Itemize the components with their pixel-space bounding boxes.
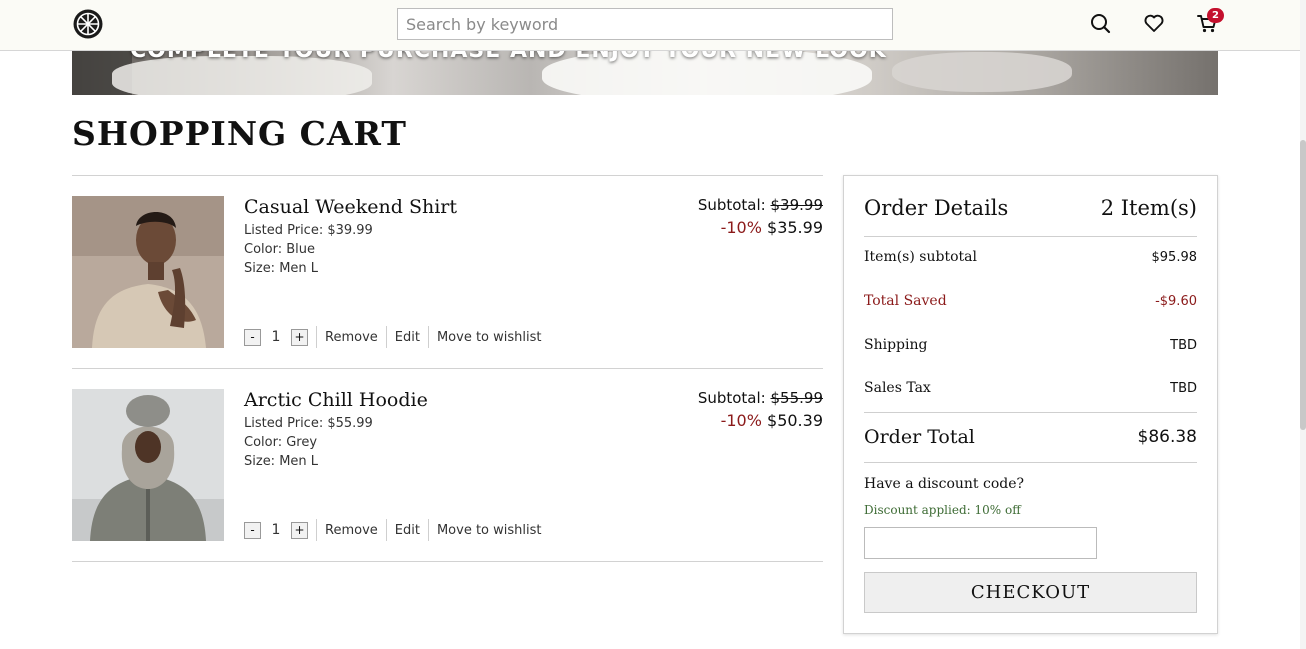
product-image-casual-weekend-shirt[interactable]	[72, 196, 224, 348]
cart-item-list: Casual Weekend Shirt Listed Price: $39.9…	[72, 175, 823, 562]
divider	[864, 462, 1197, 463]
item-count: 2 Item(s)	[1100, 196, 1197, 220]
sales-tax-label: Sales Tax	[864, 380, 931, 396]
search-icon[interactable]	[1089, 12, 1111, 34]
discount-percent: -10%	[720, 218, 762, 237]
increase-qty-button[interactable]: +	[291, 521, 308, 539]
order-details-panel: Order Details 2 Item(s) Item(s) subtotal…	[843, 175, 1218, 634]
subtotal-label: Subtotal:	[697, 196, 766, 214]
items-subtotal-value: $95.98	[1151, 250, 1198, 265]
divider	[385, 519, 387, 541]
order-total-label: Order Total	[864, 426, 975, 448]
original-price: $55.99	[770, 389, 824, 407]
product-color: Color: Blue	[244, 242, 315, 257]
discounted-price-line: -10% $35.99	[721, 218, 823, 237]
cart-item: Casual Weekend Shirt Listed Price: $39.9…	[72, 175, 823, 368]
divider	[427, 519, 429, 541]
discount-code-prompt: Have a discount code?	[864, 476, 1025, 492]
item-subtotal: Subtotal: $39.99	[698, 196, 823, 214]
divider	[864, 412, 1197, 413]
divider	[864, 236, 1197, 237]
banner-image-part	[892, 52, 1072, 92]
product-image-arctic-chill-hoodie[interactable]	[72, 389, 224, 541]
checkout-button[interactable]: CHECKOUT	[864, 572, 1197, 613]
cart-count-badge: 2	[1207, 8, 1224, 23]
total-saved-label: Total Saved	[864, 293, 947, 309]
quantity-value: 1	[271, 329, 281, 345]
order-total-value: $86.38	[1137, 427, 1197, 447]
edit-link[interactable]: Edit	[395, 523, 420, 538]
product-size: Size: Men L	[244, 261, 319, 276]
discount-code-input[interactable]	[864, 527, 1097, 559]
heart-icon[interactable]	[1143, 12, 1165, 34]
product-size: Size: Men L	[244, 454, 319, 469]
items-subtotal-label: Item(s) subtotal	[864, 249, 977, 265]
shipping-label: Shipping	[864, 337, 928, 353]
order-details-title: Order Details	[864, 196, 1009, 220]
scrollbar-thumb[interactable]	[1300, 140, 1306, 430]
move-to-wishlist-link[interactable]: Move to wishlist	[437, 523, 542, 538]
divider	[385, 326, 387, 348]
quantity-value: 1	[271, 522, 281, 538]
discount-percent: -10%	[720, 411, 762, 430]
shipping-value: TBD	[1170, 338, 1197, 353]
subtotal-label: Subtotal:	[697, 389, 766, 407]
item-controls: - 1 + Remove Edit Move to wishlist	[244, 326, 541, 348]
product-name[interactable]: Arctic Chill Hoodie	[244, 389, 428, 411]
remove-link[interactable]: Remove	[325, 330, 378, 345]
listed-price: Listed Price: $39.99	[244, 223, 373, 238]
divider	[72, 561, 823, 562]
sales-tax-value: TBD	[1170, 381, 1197, 396]
remove-link[interactable]: Remove	[325, 523, 378, 538]
product-name[interactable]: Casual Weekend Shirt	[244, 196, 457, 218]
original-price: $39.99	[770, 196, 824, 214]
discounted-price: $35.99	[767, 218, 823, 237]
search-input[interactable]	[397, 8, 893, 40]
site-header: 2	[0, 0, 1300, 51]
discount-applied-message: Discount applied: 10% off	[864, 503, 1021, 517]
edit-link[interactable]: Edit	[395, 330, 420, 345]
divider	[427, 326, 429, 348]
product-color: Color: Grey	[244, 435, 318, 450]
divider	[316, 519, 317, 541]
discounted-price: $50.39	[767, 411, 823, 430]
move-to-wishlist-link[interactable]: Move to wishlist	[437, 330, 542, 345]
cart-item: Arctic Chill Hoodie Listed Price: $55.99…	[72, 368, 823, 561]
logo-icon[interactable]	[72, 8, 104, 40]
divider	[316, 326, 317, 348]
listed-price: Listed Price: $55.99	[244, 416, 373, 431]
item-controls: - 1 + Remove Edit Move to wishlist	[244, 519, 541, 541]
discounted-price-line: -10% $50.39	[721, 411, 823, 430]
decrease-qty-button[interactable]: -	[244, 328, 261, 346]
total-saved-value: -$9.60	[1155, 294, 1197, 309]
decrease-qty-button[interactable]: -	[244, 521, 261, 539]
item-subtotal: Subtotal: $55.99	[698, 389, 823, 407]
page-title: SHOPPING CART	[72, 114, 407, 153]
increase-qty-button[interactable]: +	[291, 328, 308, 346]
